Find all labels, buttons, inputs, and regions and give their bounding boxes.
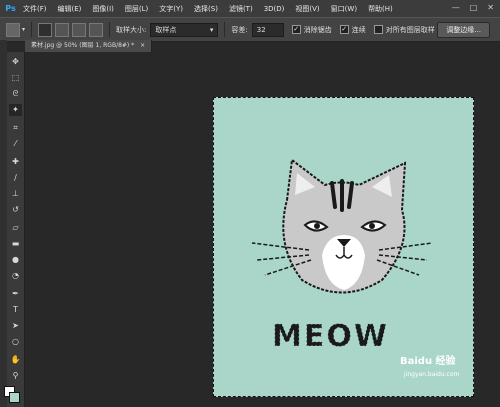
checkmark-icon: ✓	[339, 25, 349, 34]
menu-layer[interactable]: 图层(L)	[125, 4, 148, 14]
gradient-icon[interactable]: ▬	[9, 238, 22, 250]
type-icon[interactable]: T	[9, 304, 22, 316]
magic-wand-preset-icon[interactable]	[6, 22, 20, 37]
document-tab-title: 素材.jpg @ 50% (图层 1, RGB/8#) *	[31, 42, 135, 49]
divider	[224, 22, 226, 37]
options-bar: ▾ 取样大小: 取样点 ▾ 容差: 32 ✓ 消除锯齿 ✓ 连续 对所有图层取样…	[0, 17, 500, 42]
preset-dropdown-icon[interactable]: ▾	[22, 26, 25, 33]
lasso-icon[interactable]: ᘓ	[9, 88, 22, 100]
cat-illustration	[251, 158, 433, 294]
history-brush-icon[interactable]: ↺	[9, 204, 22, 216]
unchecked-box-icon	[373, 25, 383, 34]
refine-edge-button[interactable]: 调整边缘...	[437, 22, 490, 38]
baidu-watermark-url: jingyan.baidu.com	[404, 371, 460, 378]
eraser-icon[interactable]: ▱	[9, 222, 22, 234]
shape-icon[interactable]: ○	[9, 336, 22, 348]
divider	[31, 22, 33, 37]
minimize-button[interactable]: —	[452, 3, 460, 12]
menu-help[interactable]: 帮助(H)	[368, 4, 393, 14]
eyedropper-icon[interactable]: ⁄	[9, 138, 22, 150]
antialias-checkbox[interactable]: ✓ 消除锯齿	[291, 25, 332, 35]
foreground-color-swatch[interactable]	[9, 392, 20, 403]
photoshop-logo: Ps	[5, 4, 16, 13]
new-selection-icon[interactable]	[38, 22, 53, 37]
document-tab[interactable]: 素材.jpg @ 50% (图层 1, RGB/8#) * ×	[25, 40, 153, 52]
sample-all-layers-label: 对所有图层取样	[385, 25, 435, 34]
maximize-button[interactable]: □	[470, 3, 478, 12]
crop-icon[interactable]: ⌗	[9, 122, 22, 134]
menu-window[interactable]: 窗口(W)	[331, 4, 357, 14]
contiguous-checkbox[interactable]: ✓ 连续	[339, 25, 366, 35]
sample-all-layers-checkbox[interactable]: 对所有图层取样	[373, 25, 435, 35]
menu-type[interactable]: 文字(Y)	[159, 4, 183, 14]
divider	[109, 22, 111, 37]
move-icon[interactable]: ✥	[9, 56, 22, 68]
close-tab-icon[interactable]: ×	[140, 42, 145, 49]
close-button[interactable]: ✕	[487, 3, 494, 12]
window-controls: — □ ✕	[452, 3, 494, 12]
left-panel-strip	[0, 40, 7, 407]
tolerance-value: 32	[256, 25, 266, 34]
menu-bar: Ps 文件(F) 编辑(E) 图像(I) 图层(L) 文字(Y) 选择(S) 滤…	[0, 0, 500, 17]
blur-icon[interactable]: ●	[9, 254, 22, 266]
menu-view[interactable]: 视图(V)	[295, 4, 319, 14]
dodge-icon[interactable]: ◔	[9, 270, 22, 282]
sample-size-value: 取样点	[155, 25, 177, 34]
marquee-icon[interactable]: ⬚	[9, 72, 22, 84]
path-select-icon[interactable]: ➤	[9, 320, 22, 332]
menu-edit[interactable]: 编辑(E)	[58, 4, 82, 14]
stamp-icon[interactable]: ⊥	[9, 188, 22, 200]
meow-lettering: MEOW	[272, 319, 389, 350]
tools-panel: ✥ ⬚ ᘓ ✦ ⌗ ⁄ ✚ ∕ ⊥ ↺ ▱ ▬ ● ◔ ✒ T ➤ ○ ✋ ⚲	[7, 52, 25, 407]
hand-icon[interactable]: ✋	[9, 354, 22, 366]
chevron-down-icon: ▾	[209, 25, 214, 34]
healing-icon[interactable]: ✚	[9, 156, 22, 168]
add-selection-icon[interactable]	[55, 22, 70, 37]
tolerance-label: 容差:	[231, 25, 248, 34]
menu-select[interactable]: 选择(S)	[194, 4, 218, 14]
intersect-selection-icon[interactable]	[89, 22, 104, 37]
brush-icon[interactable]: ∕	[9, 172, 22, 184]
sample-size-label: 取样大小:	[116, 25, 147, 34]
tolerance-input[interactable]: 32	[251, 22, 284, 37]
pen-icon[interactable]: ✒	[9, 288, 22, 300]
meow-text: MEOW	[272, 319, 389, 350]
antialias-label: 消除锯齿	[303, 25, 332, 34]
magic-wand-icon[interactable]: ✦	[9, 104, 22, 116]
menu-filter[interactable]: 滤镜(T)	[229, 4, 253, 14]
contiguous-label: 连续	[351, 25, 366, 34]
menu-3d[interactable]: 3D(D)	[264, 5, 285, 13]
baidu-watermark: Baidu 经验	[400, 356, 456, 367]
zoom-icon[interactable]: ⚲	[9, 370, 22, 382]
checkmark-icon: ✓	[291, 25, 301, 34]
menu-file[interactable]: 文件(F)	[23, 4, 47, 14]
menu-image[interactable]: 图像(I)	[92, 4, 114, 14]
sample-size-select[interactable]: 取样点 ▾	[150, 22, 219, 37]
subtract-selection-icon[interactable]	[72, 22, 87, 37]
